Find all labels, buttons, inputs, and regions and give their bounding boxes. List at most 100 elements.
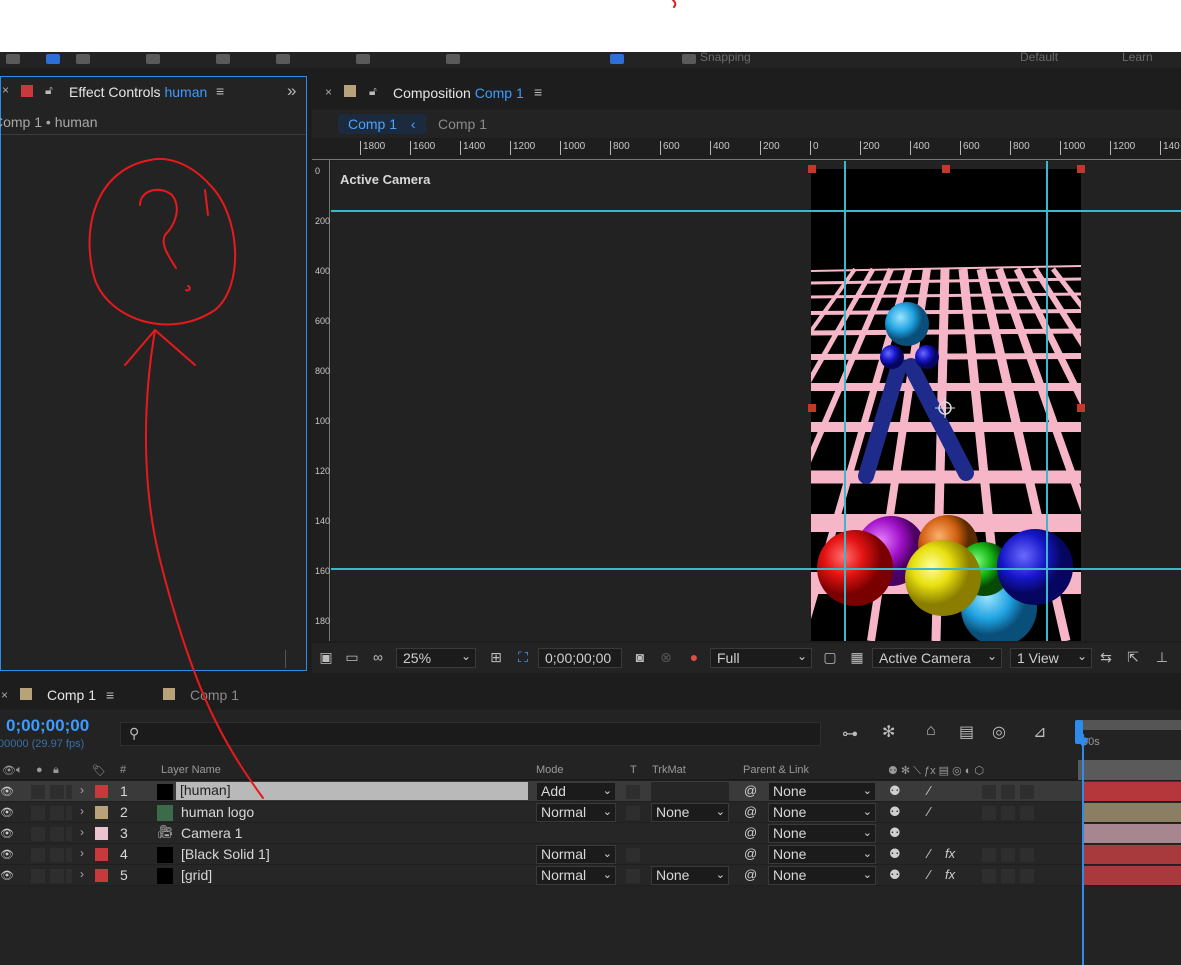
quality-switch-icon[interactable]: ⁄ — [928, 804, 930, 819]
layer-duration-bar[interactable] — [1084, 782, 1181, 801]
panel-menu-icon[interactable]: ≡ — [216, 83, 224, 99]
pick-whip-icon[interactable]: @ — [744, 825, 757, 840]
shy-switch-icon[interactable]: ⚉ — [889, 825, 901, 841]
layer-duration-bar[interactable] — [1084, 803, 1181, 822]
layer-name[interactable]: human logo — [181, 804, 254, 820]
horizontal-ruler[interactable]: 1800 1600 1400 1200 1000 800 600 400 200… — [312, 140, 1181, 160]
layer-name[interactable]: Camera 1 — [181, 825, 242, 841]
shy-switch-icon[interactable]: ⚉ — [889, 783, 901, 799]
rotate-tool-icon[interactable] — [146, 54, 160, 64]
pen-tool-icon[interactable] — [276, 54, 290, 64]
eye-icon[interactable]: 👁︎ — [0, 848, 14, 861]
toggle-pixel-aspect-icon[interactable]: ⇆ — [1098, 649, 1114, 665]
audio-toggle[interactable] — [31, 848, 45, 862]
expand-arrow-icon[interactable]: › — [80, 846, 84, 860]
switch-toggle[interactable] — [982, 806, 996, 820]
quality-switch-icon[interactable]: ⁄ — [928, 867, 930, 882]
parent-dropdown[interactable]: None ⌄ — [768, 845, 876, 864]
expand-panels-icon[interactable]: » — [287, 81, 296, 101]
solo-toggle[interactable] — [50, 869, 64, 883]
effect-controls-tab[interactable]: × 🔓︎ Effect Controls human ≡ » — [0, 76, 307, 106]
color-channels-icon[interactable]: ● — [686, 649, 702, 665]
solo-toggle[interactable] — [50, 785, 64, 799]
workspace-learn[interactable]: Learn — [1122, 52, 1153, 64]
lock-icon[interactable]: 🔓︎ — [369, 84, 377, 99]
checkerboard-icon[interactable]: ▦ — [849, 649, 865, 665]
home-tool-icon[interactable] — [6, 54, 20, 64]
quality-switch-icon[interactable]: ⁄ — [928, 783, 930, 798]
safe-zones-icon[interactable]: ⊞ — [488, 649, 504, 665]
layer-duration-bar[interactable] — [1084, 866, 1181, 885]
shy-layers-icon[interactable]: ⌂ — [926, 722, 936, 740]
motion-blur-icon[interactable]: ◎ — [992, 722, 1006, 742]
layer-row[interactable]: 👁︎ › 4 [Black Solid 1] Normal ⌄ @ None ⌄ ⚉ ⁄ fx — [0, 844, 1181, 865]
lock-toggle[interactable] — [66, 785, 72, 799]
preserve-transparency-toggle[interactable] — [626, 869, 640, 883]
audio-toggle[interactable] — [31, 827, 45, 841]
timeline-tab-comp1[interactable]: Comp 1 — [47, 687, 96, 703]
shy-switch-icon[interactable]: ⚉ — [889, 867, 901, 883]
pick-whip-icon[interactable]: @ — [744, 783, 757, 798]
label-color-swatch[interactable] — [95, 848, 108, 861]
comp-nav-tab[interactable]: Comp 1 — [428, 114, 497, 134]
layer-row[interactable]: 👁︎ › 3 🎥︎ Camera 1 @ None ⌄ ⚉ — [0, 823, 1181, 844]
close-icon[interactable]: × — [1, 688, 8, 702]
preserve-transparency-toggle[interactable] — [626, 806, 640, 820]
fast-preview-icon[interactable]: ⇱ — [1125, 649, 1141, 665]
preserve-transparency-toggle[interactable] — [626, 848, 640, 862]
switch-toggle[interactable] — [1020, 869, 1034, 883]
brush-tool-icon[interactable] — [356, 54, 370, 64]
selection-tool-icon[interactable] — [46, 54, 60, 64]
layer-name[interactable]: [human] — [176, 782, 528, 800]
layer-row[interactable]: 👁︎ › 2 human logo Normal ⌄ None ⌄ @ None ⌄ ⚉ ⁄ — [0, 802, 1181, 823]
panel-menu-icon[interactable]: ≡ — [534, 84, 542, 100]
mask-visibility-icon[interactable]: ∞ — [370, 649, 386, 665]
view-layout-dropdown[interactable]: 1 View ⌄ — [1010, 648, 1092, 668]
lock-toggle[interactable] — [66, 869, 72, 883]
zoom-dropdown[interactable]: 25% ⌄ — [396, 648, 476, 668]
blend-mode-dropdown[interactable]: Normal ⌄ — [536, 866, 616, 885]
eye-header-icon[interactable]: 👁︎ — [2, 764, 16, 777]
layer-search-input[interactable]: ⚲ — [120, 722, 821, 746]
resolution-dropdown[interactable]: Full ⌄ — [710, 648, 812, 668]
eye-icon[interactable]: 👁︎ — [0, 869, 14, 882]
timeline-tab-comp1-second[interactable]: Comp 1 — [190, 687, 239, 703]
region-of-interest-icon[interactable]: ▢ — [822, 649, 838, 665]
solo-toggle[interactable] — [50, 848, 64, 862]
switch-toggle[interactable] — [1001, 848, 1015, 862]
lock-toggle[interactable] — [66, 806, 72, 820]
shy-switch-icon[interactable]: ⚉ — [889, 804, 901, 820]
expand-arrow-icon[interactable]: › — [80, 804, 84, 818]
switch-toggle[interactable] — [982, 848, 996, 862]
lock-icon[interactable]: 🔓︎ — [45, 83, 53, 98]
lock-toggle[interactable] — [66, 848, 72, 862]
solo-toggle[interactable] — [50, 806, 64, 820]
eye-icon[interactable]: 👁︎ — [0, 827, 14, 840]
switch-toggle[interactable] — [1020, 848, 1034, 862]
label-color-swatch[interactable] — [95, 785, 108, 798]
label-color-swatch[interactable] — [95, 869, 108, 882]
column-layer-name[interactable]: Layer Name — [161, 764, 221, 776]
timeline-icon[interactable]: ⊥ — [1154, 649, 1170, 665]
expand-arrow-icon[interactable]: › — [80, 783, 84, 797]
label-color-swatch[interactable] — [95, 806, 108, 819]
snapping-checkbox-icon[interactable] — [682, 54, 696, 64]
pick-whip-icon[interactable]: @ — [744, 867, 757, 882]
label-header-icon[interactable]: 🏷︎ — [92, 764, 106, 777]
parent-dropdown[interactable]: None ⌄ — [768, 782, 876, 801]
panel-menu-icon[interactable]: ≡ — [106, 687, 114, 703]
solo-toggle[interactable] — [50, 827, 64, 841]
audio-toggle[interactable] — [31, 785, 45, 799]
composition-viewer[interactable]: Active Camera — [331, 161, 1181, 641]
preserve-transparency-toggle[interactable] — [626, 785, 640, 799]
camera-view-dropdown[interactable]: Active Camera ⌄ — [872, 648, 1002, 668]
switch-toggle[interactable] — [1020, 806, 1034, 820]
transparency-grid-icon[interactable]: ⛶ — [515, 649, 531, 665]
close-icon[interactable]: × — [325, 85, 332, 99]
fx-switch[interactable]: fx — [945, 846, 955, 861]
audio-header-icon[interactable]: 🔈︎ — [16, 764, 23, 777]
switch-toggle[interactable] — [1001, 869, 1015, 883]
expand-arrow-icon[interactable]: › — [80, 867, 84, 881]
label-color-swatch[interactable] — [95, 827, 108, 840]
always-preview-icon[interactable]: ▣ — [318, 649, 334, 665]
